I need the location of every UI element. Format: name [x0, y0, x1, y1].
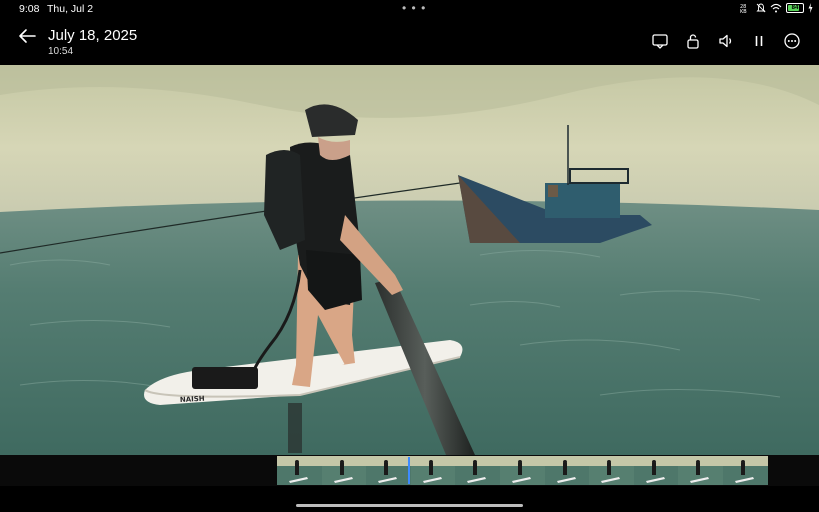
status-bar: 9:08 Thu, Jul 2 • • • 28 KB 84: [0, 0, 819, 18]
volume-icon[interactable]: [717, 32, 735, 50]
filmstrip-frame[interactable]: [410, 456, 456, 485]
viewer-header: July 18, 2025 10:54: [0, 18, 819, 65]
network-speed-icon: 28KB: [740, 4, 747, 13]
filmstrip-frame[interactable]: [277, 456, 322, 485]
filmstrip-frame[interactable]: [366, 456, 411, 485]
status-date: Thu, Jul 2: [47, 3, 94, 15]
filmstrip-frame[interactable]: [544, 456, 590, 485]
header-actions: [651, 32, 801, 50]
battery-level: 84: [791, 5, 799, 11]
filmstrip-frame[interactable]: [722, 456, 768, 485]
pause-icon[interactable]: [750, 32, 768, 50]
back-arrow-icon[interactable]: [17, 28, 37, 44]
charging-icon: [808, 3, 813, 13]
status-icons: 28 KB 84: [740, 3, 813, 13]
more-icon[interactable]: [783, 32, 801, 50]
cast-icon[interactable]: [651, 32, 669, 50]
video-frame[interactable]: NAISH: [0, 65, 819, 455]
unlock-icon[interactable]: [684, 32, 702, 50]
filmstrip-frame[interactable]: [499, 456, 545, 485]
photo-date-title: July 18, 2025: [48, 27, 138, 44]
drag-handle-dots[interactable]: • • •: [402, 1, 426, 15]
photo-time: 10:54: [48, 46, 74, 57]
status-time: 9:08: [19, 3, 40, 15]
filmstrip-frame[interactable]: [633, 456, 679, 485]
video-scene: NAISH: [0, 65, 819, 455]
filmstrip-frame[interactable]: [455, 456, 500, 485]
home-indicator[interactable]: [296, 504, 523, 507]
filmstrip-frame[interactable]: [321, 456, 367, 485]
filmstrip-frame[interactable]: [589, 456, 634, 485]
battery-icon: 84: [786, 3, 804, 13]
board-brand-label: NAISH: [180, 395, 205, 404]
filmstrip-frame[interactable]: [678, 456, 723, 485]
filmstrip-frames[interactable]: [277, 456, 768, 485]
mute-icon: [756, 3, 766, 13]
filmstrip-playhead[interactable]: [408, 457, 410, 484]
wifi-icon: [770, 3, 782, 13]
svg-text:KB: KB: [740, 9, 747, 13]
